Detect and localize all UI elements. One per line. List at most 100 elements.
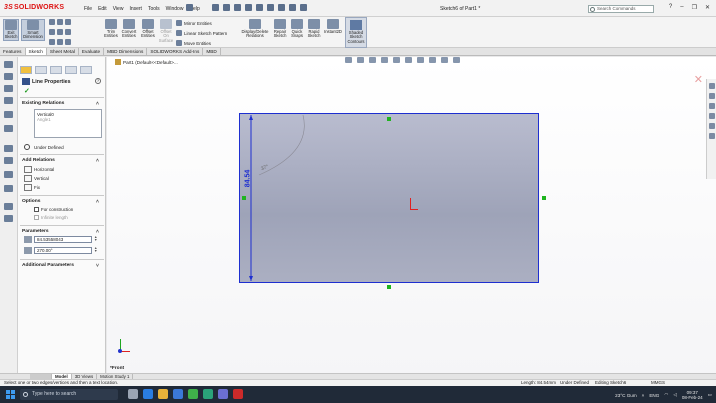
length-dimension[interactable]: 84.54 bbox=[244, 170, 251, 188]
menu-edit[interactable]: Edit bbox=[98, 6, 107, 12]
circle-icon[interactable] bbox=[57, 19, 63, 25]
checkbox-box[interactable] bbox=[34, 207, 39, 212]
weather-widget[interactable]: 23°C Gum bbox=[615, 393, 637, 398]
angle-input[interactable]: 270.00° bbox=[34, 247, 92, 254]
sketch-relation-icon[interactable] bbox=[4, 157, 13, 164]
help-button[interactable]: ? bbox=[669, 4, 672, 11]
collapse-chevron-icon[interactable]: ˄ bbox=[96, 101, 99, 107]
property-manager-tab-icon[interactable] bbox=[35, 66, 47, 74]
tab-features[interactable]: Features bbox=[0, 48, 26, 55]
infinite-length-checkbox[interactable]: Infinite length bbox=[34, 215, 68, 220]
tab-mbd-dimensions[interactable]: MBD Dimensions bbox=[104, 48, 148, 55]
store-icon[interactable] bbox=[173, 389, 183, 399]
grid-tool-icon[interactable] bbox=[4, 203, 13, 210]
collapse-chevron-icon[interactable]: ˄ bbox=[96, 199, 99, 205]
slot-icon[interactable] bbox=[49, 39, 55, 45]
midpoint-top[interactable] bbox=[387, 117, 391, 121]
home-icon[interactable] bbox=[212, 4, 219, 11]
offset-entities-button[interactable]: Offset Entities bbox=[140, 19, 156, 39]
add-relations-header[interactable]: Add Relations ˄ bbox=[22, 158, 99, 164]
solidworks-logo[interactable]: 3SSOLIDWORKS bbox=[4, 4, 64, 11]
print-icon[interactable] bbox=[256, 4, 263, 11]
tab-solidworks-add-ins[interactable]: SOLIDWORKS Add-Ins bbox=[147, 48, 204, 55]
checkbox-box[interactable] bbox=[34, 215, 39, 220]
arc-icon[interactable] bbox=[57, 29, 63, 35]
tab-evaluate[interactable]: Evaluate bbox=[79, 48, 105, 55]
rapid-sketch-button[interactable]: Rapid Sketch bbox=[306, 19, 322, 39]
length-input[interactable]: 84.53558043 bbox=[34, 236, 92, 243]
task-view-icon[interactable] bbox=[128, 389, 138, 399]
instant2d-button[interactable]: Instant2D bbox=[323, 19, 343, 34]
trim-tool-icon[interactable] bbox=[4, 171, 13, 178]
file-explorer-icon[interactable] bbox=[158, 389, 168, 399]
for-construction-checkbox[interactable]: For construction bbox=[34, 207, 73, 212]
menu-file[interactable]: File bbox=[84, 6, 92, 12]
angle-spinner[interactable]: ▲ ▼ bbox=[94, 246, 99, 254]
solidworks-taskbar-icon[interactable] bbox=[233, 389, 243, 399]
feature-manager-tab-icon[interactable] bbox=[20, 66, 32, 74]
menu-window[interactable]: Window bbox=[166, 6, 184, 12]
trim-entities-button[interactable]: Trim Entities bbox=[104, 19, 118, 39]
midpoint-right[interactable] bbox=[542, 196, 546, 200]
help-icon[interactable]: ? bbox=[95, 78, 101, 84]
pin-icon[interactable] bbox=[186, 4, 193, 11]
edge-browser-icon[interactable] bbox=[143, 389, 153, 399]
line-tool-icon[interactable] bbox=[4, 61, 13, 68]
tray-chevron-icon[interactable]: ˄ bbox=[642, 393, 645, 398]
volume-icon[interactable]: ◁ bbox=[673, 392, 677, 398]
dimxpert-tab-icon[interactable] bbox=[65, 66, 77, 74]
configuration-manager-tab-icon[interactable] bbox=[50, 66, 62, 74]
new-document-icon[interactable] bbox=[223, 4, 230, 11]
display-manager-tab-icon[interactable] bbox=[80, 66, 92, 74]
vertical-relation[interactable]: Vertical bbox=[34, 176, 49, 181]
zoom-tool-icon[interactable] bbox=[4, 125, 13, 132]
tab-mbd[interactable]: MBD bbox=[203, 48, 221, 55]
ok-check-icon[interactable]: ✓ bbox=[24, 87, 30, 95]
check-tool-icon[interactable] bbox=[4, 145, 13, 152]
minimize-button[interactable]: – bbox=[680, 4, 683, 11]
windows-start-icon[interactable] bbox=[6, 390, 15, 399]
menu-tools[interactable]: Tools bbox=[148, 6, 160, 12]
tab-sketch[interactable]: Sketch bbox=[25, 48, 47, 55]
polygon-icon[interactable] bbox=[65, 29, 71, 35]
line-icon[interactable] bbox=[49, 19, 55, 25]
parameters-header[interactable]: Parameters ˄ bbox=[22, 229, 99, 235]
display-delete-relations-button[interactable]: Display/Delete Relations bbox=[240, 19, 270, 39]
exit-sketch-button[interactable]: Exit Sketch bbox=[3, 19, 19, 41]
additional-parameters-header[interactable]: Additional Parameters ˅ bbox=[22, 263, 99, 269]
graphics-area[interactable]: Part1 (Default<<Default>... ✕ 84.54 37° bbox=[107, 57, 716, 375]
length-spinner[interactable]: ▲ ▼ bbox=[94, 235, 99, 243]
select-icon[interactable] bbox=[278, 4, 285, 11]
hatch-tool-icon[interactable] bbox=[4, 215, 13, 222]
spline-icon[interactable] bbox=[65, 19, 71, 25]
shaded-sketch-contours-button[interactable]: Shaded Sketch Contours bbox=[345, 17, 367, 48]
existing-relations-list[interactable]: Vertical0 Angle1 bbox=[34, 109, 102, 138]
convert-tool-icon[interactable] bbox=[4, 185, 13, 192]
expand-chevron-icon[interactable]: ˅ bbox=[96, 263, 99, 269]
clock[interactable]: 09:37 08-Feb-24 bbox=[682, 390, 703, 400]
ellipse-icon[interactable] bbox=[57, 39, 63, 45]
mirror-entities-button[interactable]: Mirror Entities bbox=[176, 20, 212, 26]
midpoint-left[interactable] bbox=[242, 196, 246, 200]
options-gear-icon[interactable] bbox=[300, 4, 307, 11]
quick-snaps-button[interactable]: Quick Snaps bbox=[290, 19, 304, 39]
app-icon[interactable] bbox=[218, 389, 228, 399]
menu-view[interactable]: View bbox=[113, 6, 124, 12]
search-commands-input[interactable]: Search Commands bbox=[588, 5, 654, 13]
spline-tool-icon[interactable] bbox=[4, 97, 13, 104]
fix-relation[interactable]: Fix bbox=[34, 185, 40, 190]
app-icon[interactable] bbox=[203, 389, 213, 399]
undo-icon[interactable] bbox=[267, 4, 274, 11]
rectangle-icon[interactable] bbox=[49, 29, 55, 35]
move-entities-button[interactable]: Move Entities bbox=[176, 40, 211, 46]
restore-button[interactable]: ❐ bbox=[692, 4, 697, 11]
options-header[interactable]: Options ˄ bbox=[22, 199, 99, 205]
circle-tool-icon[interactable] bbox=[4, 73, 13, 80]
taskbar-search-input[interactable]: Type here to search bbox=[20, 389, 118, 400]
wifi-icon[interactable]: ◠ bbox=[664, 392, 668, 398]
horizontal-relation[interactable]: Horizontal bbox=[34, 167, 54, 172]
open-icon[interactable] bbox=[234, 4, 241, 11]
fix-relation-icon[interactable] bbox=[24, 184, 32, 191]
notifications-icon[interactable]: ▭ bbox=[708, 392, 712, 398]
close-button[interactable]: ✕ bbox=[705, 4, 710, 11]
